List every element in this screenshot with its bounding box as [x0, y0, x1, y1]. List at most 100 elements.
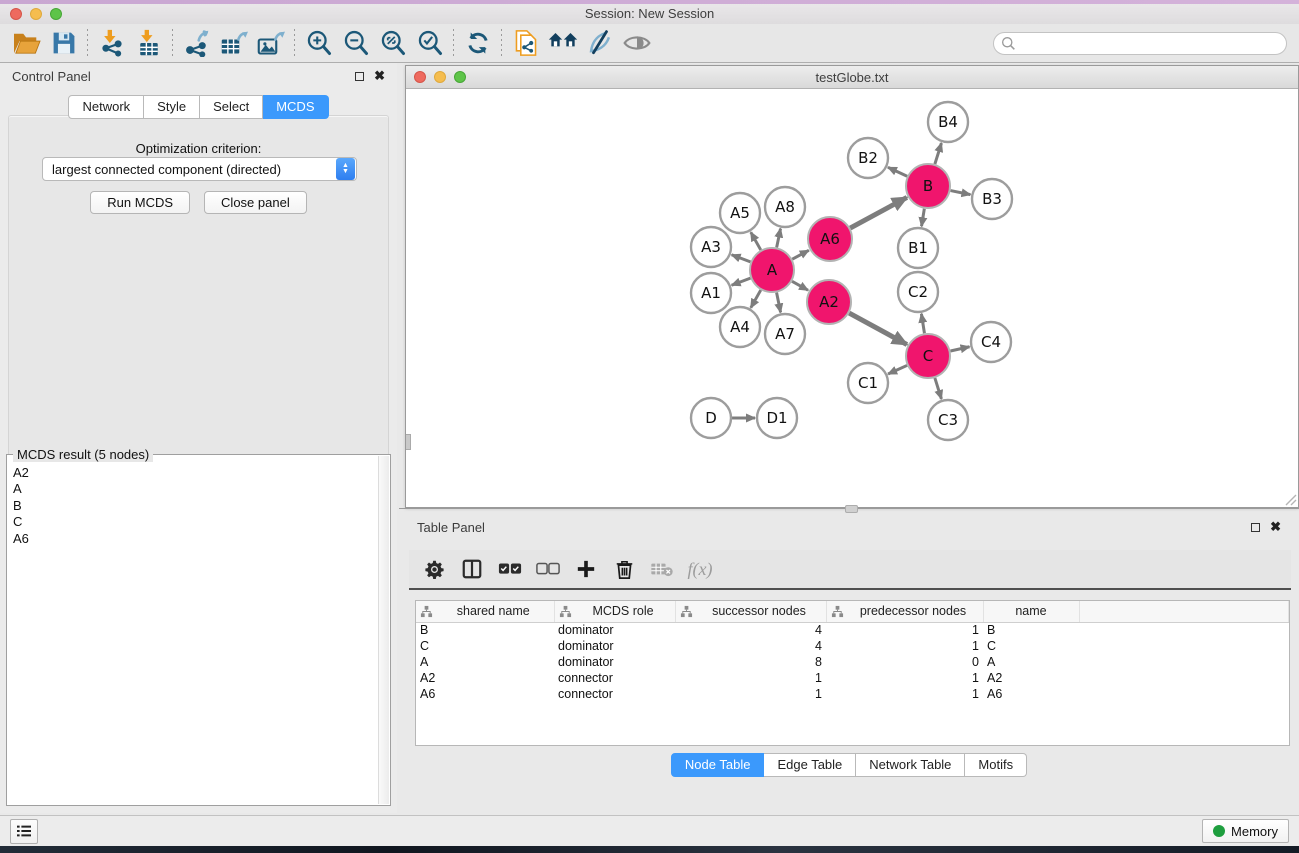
graph-node-B2[interactable]: B2 — [848, 138, 888, 178]
table-row[interactable]: A6connector11A6 — [416, 686, 1289, 702]
panel-grip[interactable] — [406, 434, 411, 450]
edge-A-A3[interactable] — [732, 255, 751, 262]
cell-predecessor-nodes[interactable]: 0 — [826, 654, 983, 670]
graph-node-B3[interactable]: B3 — [972, 179, 1012, 219]
graph-node-A[interactable]: A — [750, 248, 794, 292]
graph-node-C2[interactable]: C2 — [898, 272, 938, 312]
edge-B-B1[interactable] — [922, 209, 925, 227]
tab-network-table[interactable]: Network Table — [856, 753, 965, 777]
edge-C-C4[interactable] — [950, 347, 969, 351]
float-table-panel-icon[interactable] — [1251, 523, 1260, 532]
result-item[interactable]: C — [9, 514, 378, 530]
tab-mcds[interactable]: MCDS — [263, 95, 328, 119]
table-row[interactable]: Bdominator41B — [416, 622, 1289, 638]
home-layout-icon[interactable] — [544, 26, 581, 60]
task-history-button[interactable] — [10, 819, 38, 844]
edge-A-A7[interactable] — [777, 293, 781, 313]
graph-node-B[interactable]: B — [906, 164, 950, 208]
zoom-out-icon[interactable] — [337, 26, 374, 60]
zoom-in-icon[interactable] — [300, 26, 337, 60]
cell-successor-nodes[interactable]: 4 — [675, 622, 826, 638]
graph-node-A4[interactable]: A4 — [720, 307, 760, 347]
column-header-MCDS-role[interactable]: MCDS role — [554, 601, 675, 622]
edge-A6-B[interactable] — [850, 197, 907, 228]
cell-MCDS-role[interactable]: connector — [554, 686, 675, 702]
tab-motifs[interactable]: Motifs — [965, 753, 1027, 777]
graph-node-C1[interactable]: C1 — [848, 363, 888, 403]
zoom-fit-icon[interactable] — [374, 26, 411, 60]
graph-node-A8[interactable]: A8 — [765, 187, 805, 227]
cell-predecessor-nodes[interactable]: 1 — [826, 638, 983, 654]
graph-node-B1[interactable]: B1 — [898, 228, 938, 268]
add-column-icon[interactable] — [571, 554, 601, 584]
refresh-icon[interactable] — [459, 26, 496, 60]
memory-button[interactable]: Memory — [1202, 819, 1289, 843]
search-field[interactable] — [993, 32, 1287, 55]
column-split-icon[interactable] — [457, 554, 487, 584]
cell-predecessor-nodes[interactable]: 1 — [826, 670, 983, 686]
cell-MCDS-role[interactable]: dominator — [554, 638, 675, 654]
result-scrollbar[interactable] — [378, 456, 389, 804]
import-table-icon[interactable] — [130, 26, 167, 60]
network-canvas[interactable]: B4B2BB3A8A5A6A3B1AC2A1A2A4A7C4CC1DD1C3 — [406, 89, 1298, 507]
open-file-icon[interactable] — [8, 26, 45, 60]
tab-node-table[interactable]: Node Table — [671, 753, 765, 777]
tab-edge-table[interactable]: Edge Table — [764, 753, 856, 777]
column-header-shared-name[interactable]: shared name — [416, 601, 554, 622]
save-session-icon[interactable] — [45, 26, 82, 60]
edge-C-C1[interactable] — [888, 365, 907, 374]
cell-MCDS-role[interactable]: dominator — [554, 622, 675, 638]
cell-shared-name[interactable]: A — [416, 654, 554, 670]
table-row[interactable]: A2connector11A2 — [416, 670, 1289, 686]
cell-successor-nodes[interactable]: 1 — [675, 670, 826, 686]
cell-predecessor-nodes[interactable]: 1 — [826, 622, 983, 638]
tab-network[interactable]: Network — [68, 95, 144, 119]
import-network-icon[interactable] — [93, 26, 130, 60]
edge-C-C3[interactable] — [935, 378, 942, 399]
show-graphics-details-icon[interactable] — [618, 26, 655, 60]
export-network-icon[interactable] — [178, 26, 215, 60]
cell-successor-nodes[interactable]: 1 — [675, 686, 826, 702]
node-table[interactable]: shared nameMCDS rolesuccessor nodesprede… — [415, 600, 1290, 746]
graph-node-D[interactable]: D — [691, 398, 731, 438]
cell-name[interactable]: C — [983, 638, 1079, 654]
close-panel-button[interactable]: Close panel — [204, 191, 307, 214]
graph-node-A5[interactable]: A5 — [720, 193, 760, 233]
float-panel-icon[interactable] — [355, 72, 364, 81]
cell-name[interactable]: A — [983, 654, 1079, 670]
cell-MCDS-role[interactable]: dominator — [554, 654, 675, 670]
column-header-predecessor-nodes[interactable]: predecessor nodes — [826, 601, 983, 622]
graph-node-C[interactable]: C — [906, 334, 950, 378]
edge-A-A5[interactable] — [751, 232, 761, 250]
cell-name[interactable]: A2 — [983, 670, 1079, 686]
zoom-window-button[interactable] — [50, 8, 62, 20]
criterion-dropdown[interactable]: largest connected component (directed) ▲… — [42, 157, 357, 181]
cell-successor-nodes[interactable]: 8 — [675, 654, 826, 670]
cell-shared-name[interactable]: A2 — [416, 670, 554, 686]
network-window-titlebar[interactable]: testGlobe.txt — [406, 66, 1298, 89]
edge-A2-C[interactable] — [849, 313, 907, 344]
network-snapshot-icon[interactable] — [507, 26, 544, 60]
unselect-all-columns-icon[interactable] — [533, 554, 563, 584]
cell-successor-nodes[interactable]: 4 — [675, 638, 826, 654]
tab-select[interactable]: Select — [200, 95, 263, 119]
edge-A-A2[interactable] — [792, 281, 808, 290]
graph-node-A1[interactable]: A1 — [691, 273, 731, 313]
result-item[interactable]: A — [9, 481, 378, 497]
graph-node-C4[interactable]: C4 — [971, 322, 1011, 362]
edge-A-A4[interactable] — [751, 290, 761, 308]
graph-node-D1[interactable]: D1 — [757, 398, 797, 438]
delete-table-icon[interactable] — [647, 554, 677, 584]
resize-grip-icon[interactable] — [1285, 494, 1297, 506]
cell-predecessor-nodes[interactable]: 1 — [826, 686, 983, 702]
cell-name[interactable]: B — [983, 622, 1079, 638]
close-window-button[interactable] — [10, 8, 22, 20]
edge-C-C2[interactable] — [921, 314, 924, 334]
close-panel-icon[interactable]: ✖ — [374, 71, 385, 81]
minimize-view-button[interactable] — [434, 71, 446, 83]
graph-node-A6[interactable]: A6 — [808, 217, 852, 261]
cell-name[interactable]: A6 — [983, 686, 1079, 702]
table-options-icon[interactable] — [419, 554, 449, 584]
edge-B-B4[interactable] — [935, 143, 942, 164]
function-builder-icon[interactable]: f(x) — [685, 554, 715, 584]
